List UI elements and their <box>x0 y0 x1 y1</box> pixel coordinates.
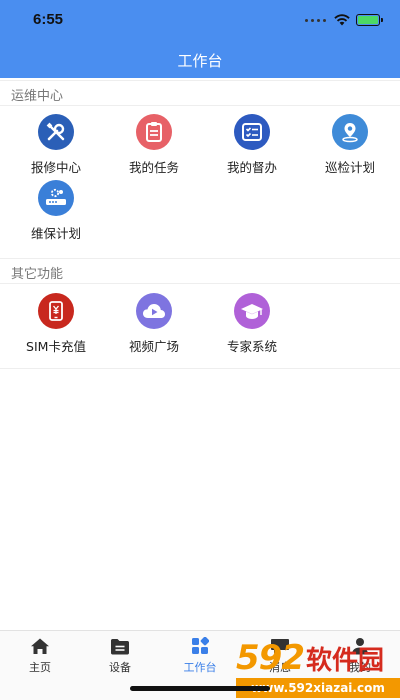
watermark-text: 软件园 <box>305 645 384 676</box>
section-title: 其它功能 <box>11 267 64 282</box>
section-divider <box>0 368 400 369</box>
grid-item-repair-center[interactable]: 报修中心 <box>6 114 106 184</box>
grid-item-label: 我的督办 <box>226 160 277 175</box>
tab-label: 工作台 <box>183 661 217 674</box>
status-icons <box>305 12 383 28</box>
grid-item-maintenance-plan[interactable]: 维保计划 <box>6 180 106 250</box>
graduation-cap-icon <box>234 293 270 329</box>
section-header-ops: 运维中心 <box>0 80 400 106</box>
router-gear-icon <box>38 180 74 216</box>
folder-icon <box>110 637 130 655</box>
page-title: 工作台 <box>177 52 223 70</box>
battery-icon <box>356 14 383 26</box>
grid-item-video-plaza[interactable]: 视频广场 <box>104 293 204 363</box>
signal-icon <box>305 18 326 22</box>
tab-label: 主页 <box>29 661 51 674</box>
tab-label: 设备 <box>109 661 131 674</box>
grid-item-label: 视频广场 <box>128 339 179 354</box>
checklist-icon <box>234 114 270 150</box>
section-header-other: 其它功能 <box>0 258 400 284</box>
wifi-icon <box>334 14 350 26</box>
grid-item-label: 巡检计划 <box>324 160 375 175</box>
grid-item-label: 维保计划 <box>30 226 81 241</box>
home-icon <box>30 637 50 655</box>
grid-item-label: SIM卡充值 <box>26 339 86 354</box>
section-title: 运维中心 <box>11 89 64 104</box>
grid-item-expert-system[interactable]: 专家系统 <box>202 293 302 363</box>
watermark-number: 592 <box>236 638 305 678</box>
grid-item-label: 报修中心 <box>30 160 81 175</box>
tab-devices[interactable]: 设备 <box>80 635 160 675</box>
app-header: 6:55 工作台 <box>0 0 400 78</box>
status-bar: 6:55 <box>0 0 400 40</box>
location-pin-icon <box>332 114 368 150</box>
grid-icon <box>190 637 210 655</box>
grid-item-label: 专家系统 <box>226 339 277 354</box>
wrench-screwdriver-icon <box>38 114 74 150</box>
cloud-play-icon <box>136 293 172 329</box>
grid-item-label: 我的任务 <box>128 160 179 175</box>
grid-item-sim-recharge[interactable]: SIM卡充值 <box>6 293 106 363</box>
status-time: 6:55 <box>33 11 64 28</box>
tab-home[interactable]: 主页 <box>0 635 80 675</box>
grid-item-inspection-plan[interactable]: 巡检计划 <box>300 114 400 184</box>
home-indicator[interactable] <box>130 686 270 691</box>
grid-item-my-tasks[interactable]: 我的任务 <box>104 114 204 184</box>
phone-yen-icon <box>38 293 74 329</box>
clipboard-icon <box>136 114 172 150</box>
grid-item-my-supervision[interactable]: 我的督办 <box>202 114 302 184</box>
watermark-logo: 592 软件园 <box>236 638 400 678</box>
tab-workbench[interactable]: 工作台 <box>160 635 240 675</box>
